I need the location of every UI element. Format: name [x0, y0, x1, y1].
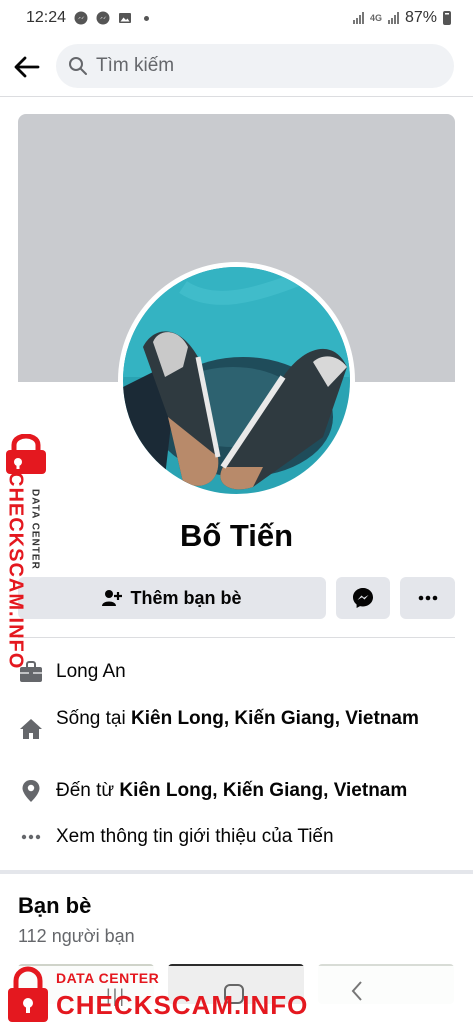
section-separator — [0, 870, 473, 874]
search-box[interactable] — [56, 44, 454, 88]
watermark-bottom-big: CHECKSCAM.INFO — [56, 990, 309, 1020]
messenger-notification-icon-2 — [96, 11, 110, 25]
image-notification-icon — [119, 13, 132, 23]
profile-picture[interactable] — [118, 262, 355, 499]
add-friend-label: Thêm bạn bè — [130, 587, 242, 608]
profile-photo-illustration — [123, 267, 350, 494]
signal-icon-2 — [387, 12, 399, 24]
info-lives: Sống tại Kiên Long, Kiến Giang, Vietnam — [18, 706, 458, 742]
profile-picture-image — [123, 267, 350, 494]
battery-icon — [443, 11, 451, 25]
network-label: 4G — [369, 12, 382, 23]
add-friend-icon — [102, 590, 123, 606]
top-bar — [0, 42, 473, 92]
add-friend-button[interactable]: Thêm bạn bè — [18, 577, 326, 619]
from-text: Đến từ Kiên Long, Kiến Giang, Vietnam — [56, 778, 407, 804]
info-work: Long An — [18, 659, 458, 685]
status-right: 4G 87% — [352, 9, 451, 27]
search-input[interactable] — [96, 55, 416, 77]
watermark-side-small: DATA CENTER — [28, 484, 42, 574]
actions-divider — [18, 637, 455, 638]
friends-count: 112 người bạn — [18, 926, 135, 946]
work-text: Long An — [56, 661, 126, 682]
search-icon — [69, 57, 87, 75]
status-left: 12:24 — [26, 9, 150, 27]
home-icon — [18, 716, 44, 742]
info-from: Đến từ Kiên Long, Kiến Giang, Vietnam — [18, 778, 458, 804]
watermark-bottom-lock-icon — [4, 966, 52, 1024]
more-dots-icon — [18, 824, 44, 850]
lives-place-link[interactable]: Kiên Long, Kiến Giang, Vietnam — [131, 708, 419, 729]
profile-name: Bố Tiến — [179, 518, 294, 553]
battery-percent: 87% — [404, 9, 437, 26]
watermark-side-big-text: CHECKSCAM.INFO — [4, 472, 27, 670]
from-place-link[interactable]: Kiên Long, Kiến Giang, Vietnam — [119, 780, 407, 801]
watermark-side-small-text: DATA CENTER — [29, 488, 41, 570]
friends-title[interactable]: Bạn bè — [18, 893, 91, 919]
messenger-icon — [353, 588, 373, 608]
location-pin-icon — [18, 778, 44, 804]
see-about-text: Xem thông tin giới thiệu của Tiến — [56, 826, 334, 847]
more-icon — [418, 595, 437, 601]
watermark-bottom-small: DATA CENTER — [56, 970, 160, 986]
back-button[interactable] — [0, 42, 54, 92]
signal-icon — [352, 12, 364, 24]
more-notifications-dot — [144, 15, 150, 21]
info-see-about[interactable]: Xem thông tin giới thiệu của Tiến — [18, 824, 458, 850]
status-bar: 12:24 4G 87% — [0, 0, 473, 36]
more-options-button[interactable] — [400, 577, 455, 619]
header-divider — [0, 96, 473, 97]
lives-text: Sống tại Kiên Long, Kiến Giang, Vietnam — [56, 706, 419, 732]
watermark-side-big: CHECKSCAM.INFO — [0, 472, 30, 669]
status-time: 12:24 — [26, 9, 67, 26]
from-prefix: Đến từ — [56, 780, 120, 801]
back-arrow-icon — [14, 56, 40, 78]
messenger-notification-icon — [74, 11, 88, 25]
message-button[interactable] — [336, 577, 390, 619]
system-back-icon[interactable] — [350, 980, 364, 1007]
profile-page: 12:24 4G 87% Tìm kiếm Bố Tiến Thêm bạn b… — [0, 0, 473, 1024]
lives-prefix: Sống tại — [56, 708, 131, 729]
